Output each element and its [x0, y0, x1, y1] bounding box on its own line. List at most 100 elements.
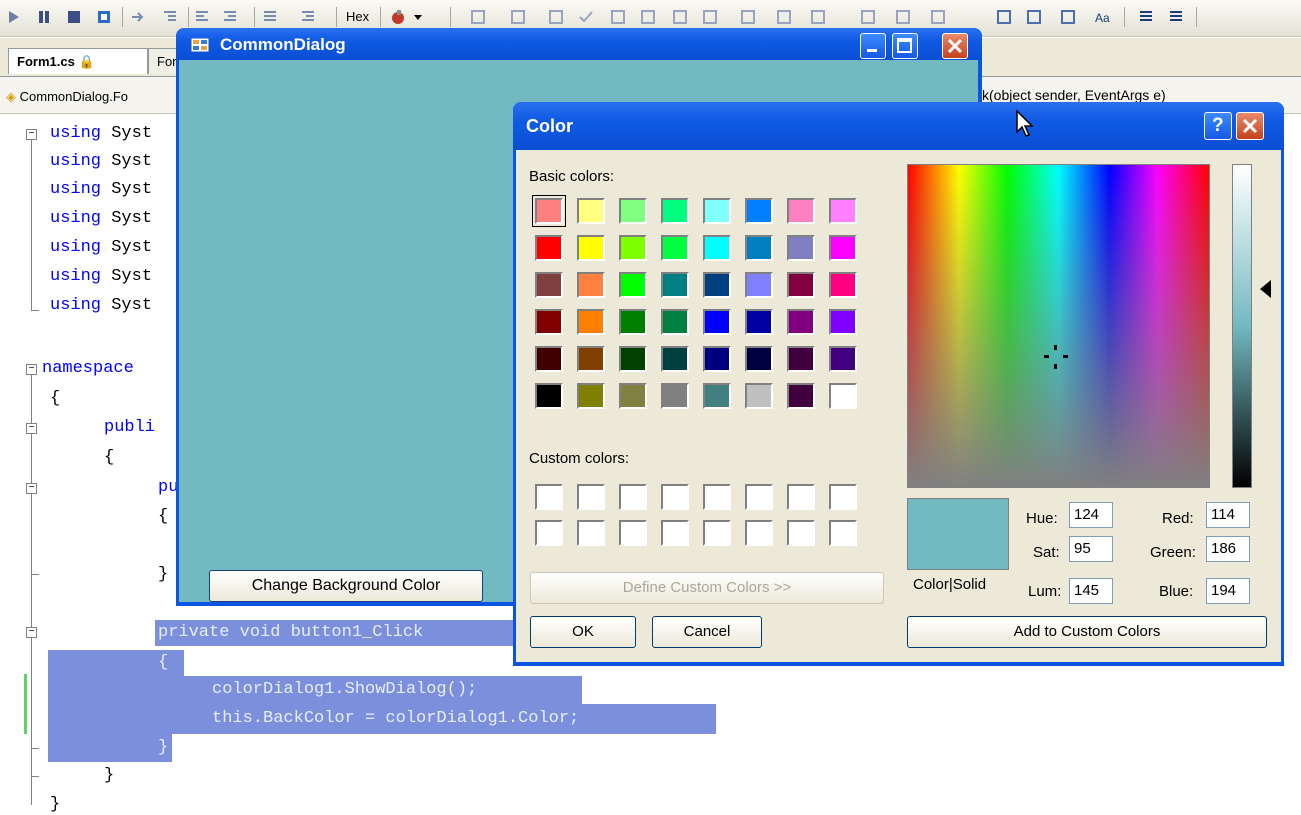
custom-color-swatch[interactable] — [619, 520, 647, 546]
basic-color-swatch[interactable] — [619, 272, 647, 298]
pause-icon[interactable] — [36, 9, 52, 25]
list-indent-icon[interactable] — [300, 9, 316, 25]
font-size-icon[interactable]: Aa — [1094, 9, 1110, 25]
basic-color-swatch[interactable] — [619, 383, 647, 409]
basic-color-swatch[interactable] — [703, 309, 731, 335]
basic-color-swatch[interactable] — [829, 309, 857, 335]
basic-color-swatch[interactable] — [661, 346, 689, 372]
custom-color-swatch[interactable] — [619, 484, 647, 510]
play-icon[interactable] — [6, 9, 22, 25]
lum-input[interactable]: 145 — [1069, 578, 1113, 604]
basic-color-swatch[interactable] — [577, 272, 605, 298]
toolbar-icon[interactable] — [895, 9, 911, 25]
custom-color-swatch[interactable] — [703, 520, 731, 546]
custom-color-swatch[interactable] — [829, 520, 857, 546]
basic-color-swatch[interactable] — [535, 346, 563, 372]
custom-color-swatch[interactable] — [703, 484, 731, 510]
toolbar-icon[interactable] — [470, 9, 486, 25]
basic-color-swatch[interactable] — [619, 198, 647, 224]
basic-color-swatch[interactable] — [535, 272, 563, 298]
toolbar-icon[interactable] — [996, 9, 1012, 25]
basic-color-swatch[interactable] — [703, 198, 731, 224]
collapse-icon[interactable] — [26, 364, 37, 375]
basic-color-swatch[interactable] — [577, 346, 605, 372]
red-input[interactable]: 114 — [1206, 502, 1250, 528]
toolbar-icon[interactable] — [930, 9, 946, 25]
member-dropdown[interactable]: k(object sender, EventArgs e) — [982, 87, 1166, 103]
basic-color-swatch[interactable] — [787, 198, 815, 224]
toolbar-icon[interactable] — [860, 9, 876, 25]
basic-color-swatch[interactable] — [661, 198, 689, 224]
collapse-icon[interactable] — [26, 627, 37, 638]
add-to-custom-colors-button[interactable]: Add to Custom Colors — [907, 616, 1267, 648]
basic-color-swatch[interactable] — [829, 383, 857, 409]
window-titlebar[interactable]: CommonDialog — [176, 28, 982, 60]
hue-input[interactable]: 124 — [1069, 502, 1113, 528]
toolbar-icon[interactable] — [702, 9, 718, 25]
basic-color-swatch[interactable] — [745, 198, 773, 224]
basic-color-swatch[interactable] — [829, 235, 857, 261]
indent-icon[interactable] — [162, 9, 178, 25]
basic-color-swatch[interactable] — [787, 383, 815, 409]
basic-color-swatch[interactable] — [829, 346, 857, 372]
toolbar-icon[interactable] — [672, 9, 688, 25]
basic-color-swatch[interactable] — [829, 198, 857, 224]
color-spectrum[interactable] — [907, 164, 1210, 488]
align-left-icon[interactable] — [194, 9, 210, 25]
sat-input[interactable]: 95 — [1069, 536, 1113, 562]
class-dropdown[interactable]: ◈ CommonDialog.Fo — [6, 89, 128, 105]
toolbar-icon[interactable] — [776, 9, 792, 25]
basic-color-swatch[interactable] — [619, 309, 647, 335]
custom-color-swatch[interactable] — [745, 484, 773, 510]
hex-toggle[interactable]: Hex — [346, 9, 369, 24]
dropdown-arrow-icon[interactable] — [410, 9, 426, 25]
basic-color-swatch[interactable] — [703, 346, 731, 372]
basic-color-swatch[interactable] — [829, 272, 857, 298]
basic-color-swatch[interactable] — [661, 309, 689, 335]
color-dialog[interactable]: Color ? Basic colors: Custom colors: Def… — [513, 102, 1284, 666]
basic-color-swatch[interactable] — [532, 195, 566, 227]
define-custom-colors-button[interactable]: Define Custom Colors >> — [530, 572, 884, 604]
basic-color-swatch[interactable] — [577, 235, 605, 261]
custom-color-swatch[interactable] — [787, 520, 815, 546]
basic-color-swatch[interactable] — [745, 309, 773, 335]
basic-color-swatch[interactable] — [577, 198, 605, 224]
basic-color-swatch[interactable] — [703, 235, 731, 261]
dialog-titlebar[interactable]: Color ? — [513, 102, 1284, 150]
custom-color-swatch[interactable] — [745, 520, 773, 546]
basic-color-swatch[interactable] — [619, 346, 647, 372]
toolbar-icon[interactable] — [1026, 9, 1042, 25]
custom-color-swatch[interactable] — [829, 484, 857, 510]
step-icon[interactable] — [130, 9, 146, 25]
basic-color-swatch[interactable] — [787, 235, 815, 261]
tab-form1-cs[interactable]: Form1.cs 🔒 — [8, 48, 148, 74]
align-right-icon[interactable] — [222, 9, 238, 25]
list-icon[interactable] — [262, 9, 278, 25]
luminosity-arrow-icon[interactable] — [1260, 280, 1271, 298]
basic-color-swatch[interactable] — [745, 383, 773, 409]
help-button[interactable]: ? — [1204, 112, 1232, 140]
basic-color-swatch[interactable] — [787, 272, 815, 298]
toolbar-icon[interactable] — [810, 9, 826, 25]
luminosity-slider[interactable] — [1232, 164, 1252, 488]
uncomment-icon[interactable] — [1168, 9, 1184, 25]
toolbar-icon[interactable] — [610, 9, 626, 25]
basic-color-swatch[interactable] — [703, 272, 731, 298]
basic-color-swatch[interactable] — [535, 383, 563, 409]
minimize-button[interactable] — [860, 33, 886, 59]
cancel-button[interactable]: Cancel — [652, 616, 762, 648]
basic-color-swatch[interactable] — [577, 383, 605, 409]
basic-color-swatch[interactable] — [619, 235, 647, 261]
basic-color-swatch[interactable] — [661, 235, 689, 261]
breakpoint-icon[interactable] — [390, 9, 406, 25]
custom-color-swatch[interactable] — [661, 484, 689, 510]
toolbar-icon[interactable] — [740, 9, 756, 25]
basic-color-swatch[interactable] — [661, 383, 689, 409]
basic-color-swatch[interactable] — [535, 309, 563, 335]
basic-color-swatch[interactable] — [787, 309, 815, 335]
basic-color-swatch[interactable] — [745, 272, 773, 298]
comment-icon[interactable] — [1138, 9, 1154, 25]
custom-color-swatch[interactable] — [577, 520, 605, 546]
restart-icon[interactable] — [96, 9, 112, 25]
basic-color-swatch[interactable] — [577, 309, 605, 335]
